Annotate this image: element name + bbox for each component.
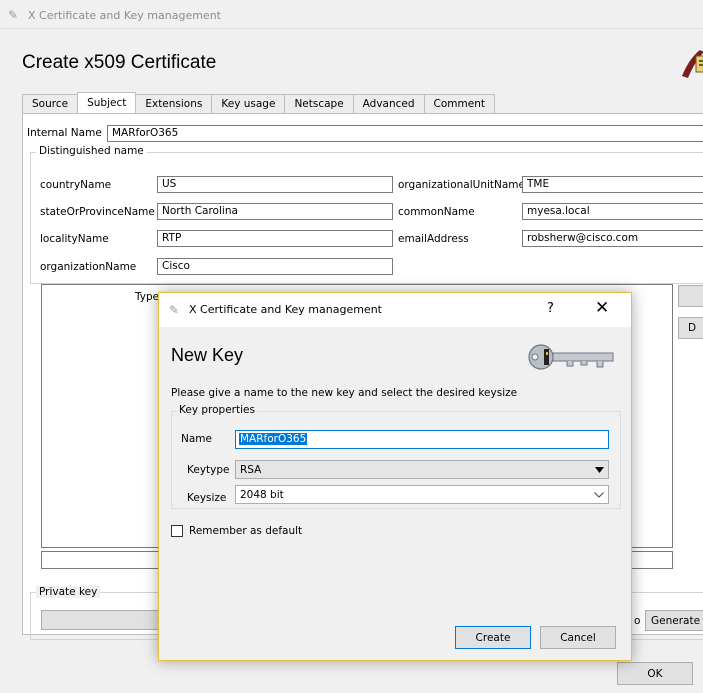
generate-key-button[interactable]: Generate a xyxy=(645,610,703,631)
create-button[interactable]: Create xyxy=(455,626,531,649)
keysize-select[interactable]: 2048 bit xyxy=(235,485,609,504)
tab-subject[interactable]: Subject xyxy=(77,92,137,113)
organization-label: organizationName xyxy=(40,261,137,273)
generate-key-button-label: Generate a xyxy=(651,614,703,627)
key-name-label: Name xyxy=(181,433,212,445)
tab-source[interactable]: Source xyxy=(22,94,79,113)
keysize-label: Keysize xyxy=(187,492,227,504)
dialog-close-button[interactable]: ✕ xyxy=(595,298,609,318)
delete-entry-button-label: D xyxy=(688,322,697,334)
ou-label: organizationalUnitName xyxy=(398,179,525,191)
dialog-pen-icon: ✎ xyxy=(169,303,180,317)
pen-icon: ✎ xyxy=(8,8,19,22)
remember-default-checkbox[interactable] xyxy=(171,525,183,537)
locality-input[interactable]: RTP xyxy=(157,230,393,247)
chevron-down-icon xyxy=(594,491,604,498)
dialog-heading: New Key xyxy=(171,345,244,365)
state-label: stateOrProvinceName xyxy=(40,206,155,218)
locality-label: localityName xyxy=(40,233,109,245)
key-name-input[interactable]: MARforO365 xyxy=(235,430,609,449)
organization-input[interactable]: Cisco xyxy=(157,258,393,275)
keytype-label: Keytype xyxy=(187,464,230,476)
remember-default-label: Remember as default xyxy=(189,525,303,537)
email-label: emailAddress xyxy=(398,233,469,245)
cancel-button[interactable]: Cancel xyxy=(540,626,616,649)
internal-name-input[interactable]: MARforO365 xyxy=(107,125,703,142)
keysize-value: 2048 bit xyxy=(240,488,284,501)
distinguished-name-label: Distinguished name xyxy=(36,145,147,157)
title-separator xyxy=(0,28,703,29)
key-icon xyxy=(528,344,614,370)
dropdown-arrow-icon xyxy=(595,466,604,473)
private-key-partial-text: o xyxy=(634,615,641,627)
state-input[interactable]: North Carolina xyxy=(157,203,393,220)
delete-entry-button[interactable]: D xyxy=(678,317,703,339)
country-label: countryName xyxy=(40,179,112,191)
certificate-brand-icon xyxy=(682,50,703,78)
ou-input[interactable]: TME xyxy=(522,176,703,193)
main-window-title: ✎ X Certificate and Key management xyxy=(8,5,221,25)
new-key-dialog: ✎ X Certificate and Key management ? ✕ N… xyxy=(158,292,632,661)
cn-input[interactable]: myesa.local xyxy=(522,203,703,220)
key-name-value: MARforO365 xyxy=(239,433,308,445)
email-input[interactable]: robsherw@cisco.com xyxy=(522,230,703,247)
tab-advanced[interactable]: Advanced xyxy=(352,94,425,113)
key-properties-label: Key properties xyxy=(177,404,257,416)
tab-comment[interactable]: Comment xyxy=(423,94,495,113)
dialog-title: X Certificate and Key management xyxy=(189,303,382,316)
private-key-label: Private key xyxy=(36,586,101,598)
cn-label: commonName xyxy=(398,206,475,218)
dialog-description: Please give a name to the new key and se… xyxy=(171,387,518,399)
add-entry-button[interactable] xyxy=(678,285,703,307)
dialog-help-button[interactable]: ? xyxy=(547,301,554,316)
keytype-select[interactable]: RSA xyxy=(235,460,609,479)
tab-netscape[interactable]: Netscape xyxy=(284,94,354,113)
main-window-title-text: X Certificate and Key management xyxy=(28,8,221,22)
page-title: Create x509 Certificate xyxy=(22,52,217,73)
ok-button[interactable]: OK xyxy=(617,662,693,685)
tab-bar: Source Subject Extensions Key usage Nets… xyxy=(22,92,495,113)
keytype-value: RSA xyxy=(240,463,262,476)
remember-default-option[interactable]: Remember as default xyxy=(171,525,302,537)
internal-name-label: Internal Name xyxy=(27,127,102,139)
table-header-type: Type xyxy=(135,291,160,303)
country-input[interactable]: US xyxy=(157,176,393,193)
tab-extensions[interactable]: Extensions xyxy=(135,94,213,113)
tab-key-usage[interactable]: Key usage xyxy=(211,94,286,113)
